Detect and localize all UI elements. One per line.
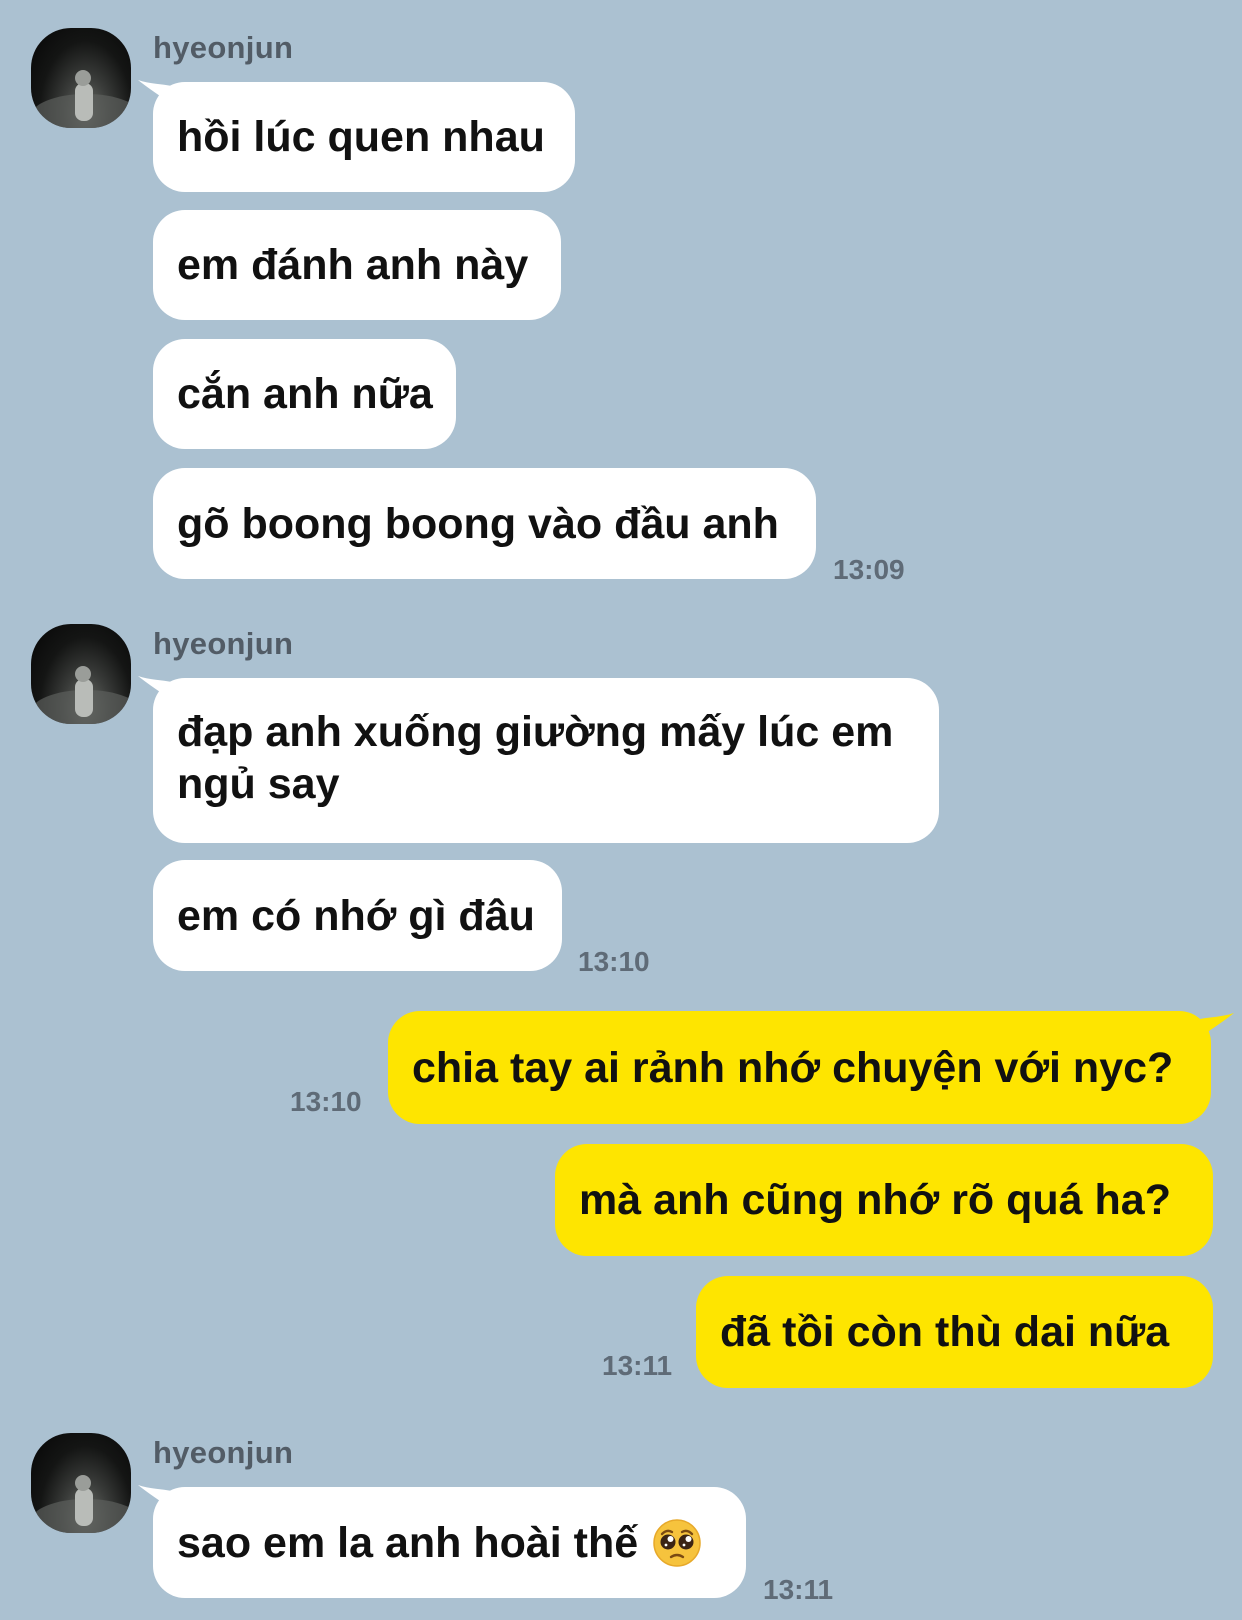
- message-bubble-incoming[interactable]: em có nhớ gì đâu: [153, 860, 562, 971]
- message-bubble-outgoing[interactable]: chia tay ai rảnh nhớ chuyện với nyc?: [388, 1011, 1211, 1124]
- bubble-tail-outgoing: [1200, 1013, 1234, 1037]
- sender-name: hyeonjun: [153, 30, 294, 65]
- message-timestamp: 13:11: [763, 1574, 834, 1605]
- contact-avatar[interactable]: [31, 624, 131, 724]
- message-bubble-incoming[interactable]: đạp anh xuống giường mấy lúc em ngủ say: [153, 678, 939, 843]
- message-timestamp: 13:10: [290, 1086, 362, 1117]
- message-timestamp: 13:11: [602, 1350, 673, 1381]
- contact-avatar[interactable]: [31, 28, 131, 128]
- message-bubble-incoming[interactable]: em đánh anh này: [153, 210, 561, 320]
- message-timestamp: 13:10: [578, 946, 650, 977]
- message-bubble-incoming[interactable]: sao em la anh hoài thế: [153, 1487, 746, 1598]
- message-bubble-outgoing[interactable]: đã tồi còn thù dai nữa: [696, 1276, 1213, 1388]
- message-bubble-outgoing[interactable]: mà anh cũng nhớ rõ quá ha?: [555, 1144, 1213, 1256]
- message-bubble-incoming[interactable]: cắn anh nữa: [153, 339, 456, 449]
- sender-name: hyeonjun: [153, 1435, 294, 1470]
- message-text: sao em la anh hoài thế: [177, 1518, 639, 1567]
- message-bubble-incoming[interactable]: hồi lúc quen nhau: [153, 82, 575, 192]
- sender-name: hyeonjun: [153, 626, 294, 661]
- contact-avatar[interactable]: [31, 1433, 131, 1533]
- message-timestamp: 13:09: [833, 554, 905, 585]
- message-bubble-incoming[interactable]: gõ boong boong vào đầu anh: [153, 468, 816, 579]
- pleading-face-emoji-icon: [653, 1518, 701, 1567]
